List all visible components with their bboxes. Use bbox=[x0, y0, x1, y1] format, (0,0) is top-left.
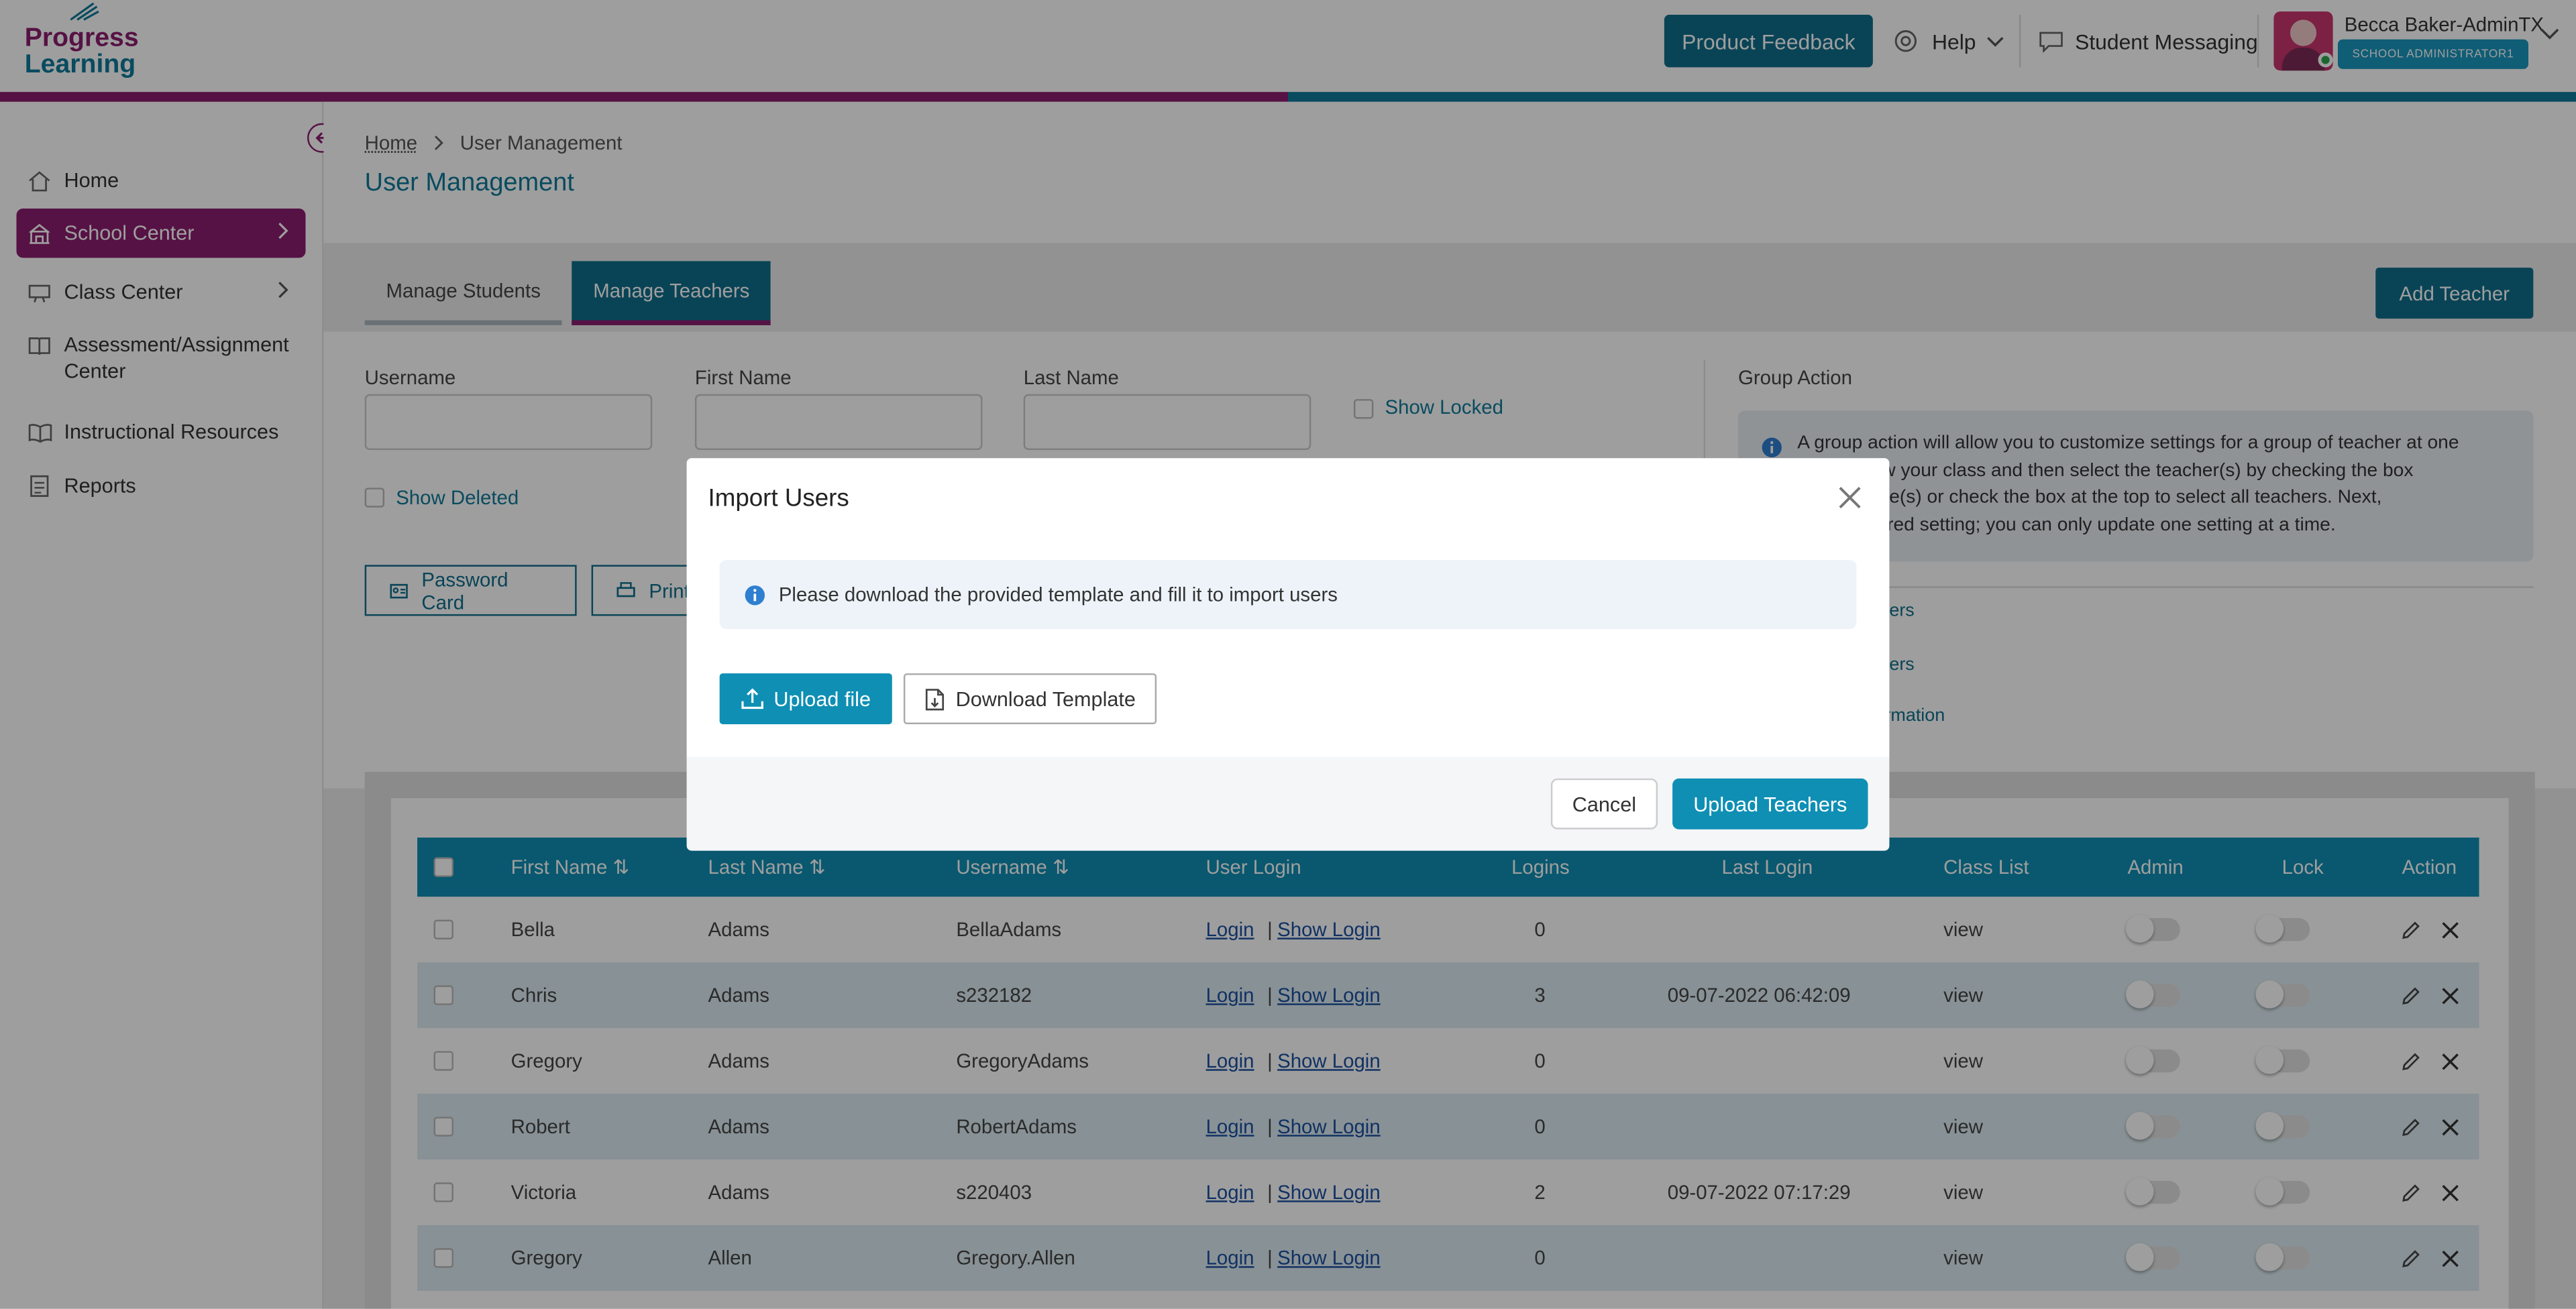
app-root: Progress Learning Product Feedback Help … bbox=[0, 0, 2576, 1309]
dialog-body: Please download the provided template an… bbox=[686, 538, 1890, 757]
upload-teachers-button[interactable]: Upload Teachers bbox=[1672, 778, 1868, 830]
download-template-button[interactable]: Download Template bbox=[903, 673, 1157, 725]
import-users-dialog: Import Users Please download the provide… bbox=[686, 458, 1890, 851]
info-icon bbox=[745, 584, 765, 605]
close-icon[interactable] bbox=[1837, 484, 1863, 510]
dialog-footer: Cancel Upload Teachers bbox=[686, 756, 1890, 851]
dialog-header: Import Users bbox=[686, 458, 1890, 539]
upload-file-label: Upload file bbox=[773, 687, 871, 711]
upload-icon bbox=[741, 688, 763, 709]
template-info-text: Please download the provided template an… bbox=[778, 583, 1338, 606]
dialog-title: Import Users bbox=[708, 484, 849, 513]
template-info-banner: Please download the provided template an… bbox=[719, 560, 1857, 629]
cancel-button[interactable]: Cancel bbox=[1550, 778, 1658, 830]
download-template-label: Download Template bbox=[955, 687, 1136, 711]
upload-file-button[interactable]: Upload file bbox=[719, 673, 892, 725]
file-download-icon bbox=[925, 688, 944, 710]
